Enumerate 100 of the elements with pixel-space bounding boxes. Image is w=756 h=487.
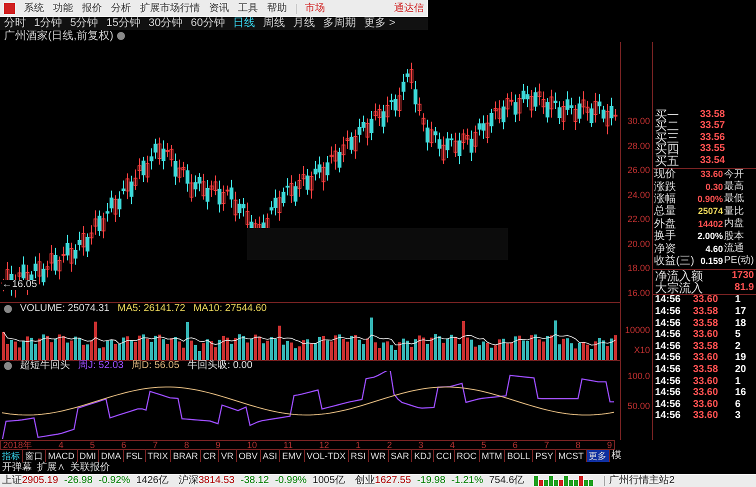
trade-volume: 20 — [735, 364, 746, 375]
menu-item[interactable]: 帮助 — [267, 4, 287, 14]
indicator-tab[interactable]: VR — [219, 450, 237, 462]
flow-label: 大宗流入 — [654, 282, 703, 294]
indicator-tab[interactable]: FSL — [124, 450, 146, 462]
menu-item[interactable]: 系统 — [24, 4, 44, 14]
price-tick: 28.00 — [627, 142, 650, 150]
menu-item[interactable]: 报价 — [82, 4, 102, 14]
trade-time: 14:56 — [654, 364, 682, 375]
date-tick: 7 — [152, 440, 158, 450]
indicator-tab[interactable]: DMA — [99, 450, 124, 462]
period-tab[interactable]: 更多 > — [364, 18, 396, 29]
indicator-value: 周J: 52.03 — [78, 361, 124, 371]
indicator-tab[interactable]: RSI — [348, 450, 369, 462]
flow-value: 1730 — [732, 270, 754, 281]
menu-item[interactable]: 扩展市场行情 — [140, 4, 200, 14]
bid-label: 买一 — [654, 108, 680, 121]
period-tab[interactable]: 多周期 — [323, 18, 356, 29]
indicator-value: 周D: 56.05 — [132, 361, 180, 371]
indicator-tab[interactable]: OBV — [236, 450, 261, 462]
period-tab[interactable]: 月线 — [293, 18, 315, 29]
edge-button[interactable]: 模 — [610, 451, 624, 461]
stat-label: 最高 — [723, 182, 744, 192]
trade-time: 14:56 — [654, 388, 682, 398]
toolbar-button[interactable]: 开弹幕 — [2, 463, 32, 473]
indicator-value: 牛回头吸: 0.00 — [187, 361, 252, 371]
stat-label: 今开 — [723, 170, 744, 180]
menu-item[interactable]: 功能 — [53, 4, 73, 14]
collapse-icon[interactable] — [4, 362, 12, 370]
indicator-tab[interactable]: EMV — [280, 450, 305, 462]
stat-label: PE(动) — [723, 256, 754, 266]
trade-time: 14:56 — [654, 411, 682, 422]
bid-price: 33.58 — [699, 110, 725, 120]
indicator-tab[interactable]: WR — [368, 450, 389, 462]
bid-price: 33.56 — [699, 132, 725, 143]
bid-label: 买三 — [654, 132, 680, 144]
period-tab[interactable]: 15分钟 — [106, 18, 140, 29]
ma5-label: MA5: 26141.72 — [118, 304, 186, 314]
indicator-tab[interactable]: CCI — [434, 450, 455, 462]
collapse-icon[interactable] — [4, 304, 12, 312]
indicator-tab[interactable]: ASI — [260, 450, 280, 462]
trade-time: 14:56 — [654, 353, 682, 364]
stat-label: 股本 — [723, 232, 744, 242]
market-menu[interactable]: 市场 — [296, 4, 325, 14]
menu-item[interactable]: 分析 — [111, 4, 131, 14]
period-tab[interactable]: 周线 — [263, 18, 285, 29]
trade-volume: 5 — [735, 330, 741, 340]
bid-label: 买二 — [654, 120, 680, 132]
period-tab[interactable]: 日线 — [233, 18, 255, 29]
indicator-tab[interactable]: KDJ — [412, 450, 434, 462]
flow-label: 净流入额 — [654, 270, 703, 282]
indicator-tab[interactable]: 窗口 — [23, 450, 46, 462]
menu-item[interactable]: 资讯 — [209, 4, 229, 14]
menu-item[interactable]: 工具 — [238, 4, 258, 14]
indicator-tab[interactable]: PSY — [533, 450, 556, 462]
toolbar-button[interactable]: 关联报价 — [70, 463, 110, 473]
stat-label: 流通 — [723, 244, 744, 254]
indicator-tab[interactable]: CR — [201, 450, 220, 462]
indicator-tab[interactable]: MACD — [46, 450, 78, 462]
volume-label: VOLUME: 25074.31 — [20, 304, 110, 314]
index-amount: 754.6亿 — [489, 476, 524, 486]
trade-volume: 3 — [735, 411, 741, 422]
trade-time: 14:56 — [654, 295, 682, 306]
index-percent: -0.92% — [98, 476, 130, 486]
trade-volume: 2 — [735, 342, 741, 352]
stat-label: 最低 — [723, 194, 744, 204]
indicator-tab[interactable]: SAR — [388, 450, 412, 462]
indicator-tab[interactable]: BRAR — [171, 450, 202, 462]
indicator-tab[interactable]: DMI — [78, 450, 99, 462]
date-tick: 7 — [544, 440, 550, 450]
indicator-tick: 50.00 — [627, 402, 650, 411]
indicator-tab[interactable]: MTM — [480, 450, 506, 462]
stat-label: 净资 — [653, 244, 677, 255]
indicator-tab[interactable]: 更多 — [586, 450, 610, 462]
period-tab[interactable]: 1分钟 — [34, 18, 62, 29]
stat-label: 涨幅 — [653, 194, 677, 205]
indicator-tab[interactable]: ROC — [454, 450, 480, 462]
date-tick: 9 — [216, 440, 221, 450]
indicator-tab[interactable]: BOLL — [505, 450, 534, 462]
indicator-tab[interactable]: TRIX — [146, 450, 172, 462]
trade-price: 33.58 — [693, 318, 720, 329]
trade-price: 33.60 — [693, 353, 720, 364]
period-tab[interactable]: 分时 — [4, 18, 26, 29]
settings-icon[interactable] — [117, 32, 126, 40]
stat-label: 换手 — [653, 231, 677, 242]
trade-price: 33.58 — [693, 307, 720, 318]
period-tab[interactable]: 30分钟 — [148, 18, 183, 29]
brand-text: 通达信 — [394, 4, 424, 14]
date-tick: 8 — [184, 440, 190, 450]
stat-label: 涨跌 — [653, 182, 677, 193]
period-tab[interactable]: 5分钟 — [70, 18, 98, 29]
date-tick: 5 — [90, 440, 95, 450]
date-tick: 2 — [386, 440, 392, 450]
indicator-tab[interactable]: 指标 — [0, 450, 23, 462]
period-tab[interactable]: 60分钟 — [190, 18, 225, 29]
trade-price: 33.60 — [693, 411, 720, 422]
bid-label: 买四 — [654, 143, 680, 156]
stat-value: 0.30 — [704, 182, 723, 192]
toolbar-button[interactable]: 扩展∧ — [37, 463, 65, 473]
indicator-tab[interactable]: VOL-TDX — [304, 450, 349, 462]
